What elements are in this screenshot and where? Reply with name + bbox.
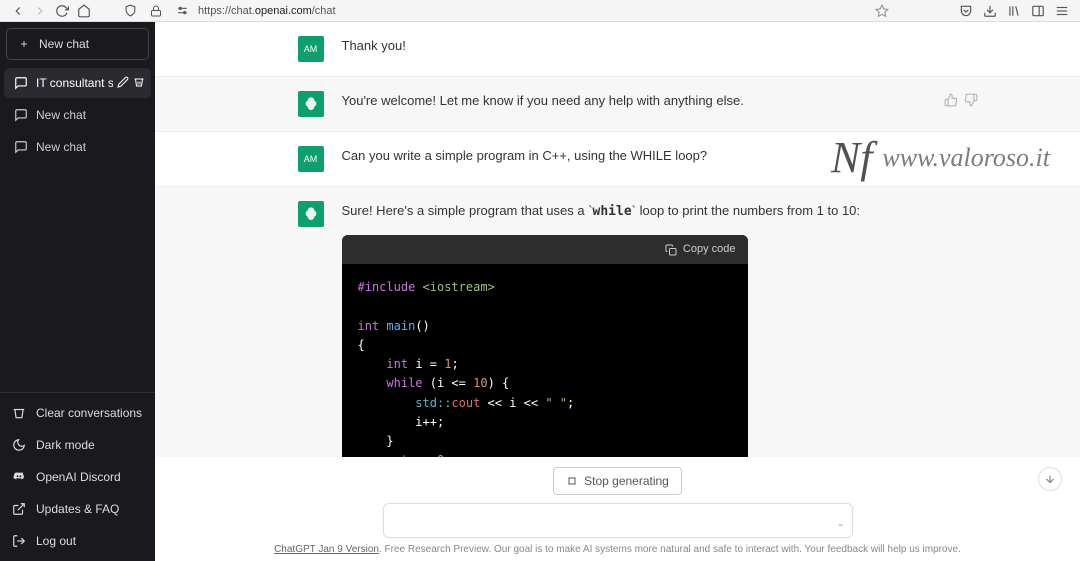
logout-button[interactable]: Log out [0,525,155,557]
pocket-icon[interactable] [956,1,976,21]
composer-area: Stop generating .. ChatGPT Jan 9 Version… [155,457,1080,561]
main-content: AM Thank you! You're welcome! Let me kno… [155,22,1080,561]
code-block: Copy code #include <iostream> int main()… [342,235,748,457]
home-button[interactable] [74,1,94,21]
scroll-down-button[interactable] [1038,467,1062,491]
download-icon[interactable] [980,1,1000,21]
browser-toolbar: https://chat.openai.com/chat [0,0,1080,22]
settings-toggle-icon [172,1,192,21]
bookmark-star-icon[interactable] [872,1,892,21]
message-text: Can you write a simple program in C++, u… [342,146,938,172]
sidebar-icon[interactable] [1028,1,1048,21]
user-avatar: AM [298,146,324,172]
chat-icon [14,140,28,154]
message-input[interactable] [396,513,816,528]
edit-icon[interactable] [117,76,129,91]
chat-item[interactable]: New chat [4,132,151,162]
conversation-thread: AM Thank you! You're welcome! Let me kno… [155,22,1080,457]
sidebar-footer: Clear conversations Dark mode OpenAI Dis… [0,392,155,561]
clipboard-icon [665,244,677,256]
reload-button[interactable] [52,1,72,21]
forward-button[interactable] [30,1,50,21]
message-text: Thank you! [342,36,938,62]
library-icon[interactable] [1004,1,1024,21]
composer[interactable]: .. [383,503,853,538]
message-text: Sure! Here's a simple program that uses … [342,201,938,457]
chat-item[interactable]: New chat [4,100,151,130]
message-user: AM Can you write a simple program in C++… [155,132,1080,186]
thumbs-up-icon[interactable] [944,93,958,110]
updates-faq-link[interactable]: Updates & FAQ [0,493,155,525]
message-assistant: Sure! Here's a simple program that uses … [155,186,1080,457]
stop-icon [566,475,578,487]
dark-mode-button[interactable]: Dark mode [0,429,155,461]
address-bar[interactable]: https://chat.openai.com/chat [112,1,900,21]
chat-list: IT consultant services s New chat New ch… [0,66,155,392]
shield-icon [120,1,140,21]
discord-link[interactable]: OpenAI Discord [0,461,155,493]
external-link-icon [12,502,26,516]
new-chat-button[interactable]: + New chat [6,28,149,60]
message-user: AM Thank you! [155,22,1080,76]
trash-icon[interactable] [133,76,145,91]
message-text: You're welcome! Let me know if you need … [342,91,938,117]
logout-icon [12,534,26,548]
moon-icon [12,438,26,452]
url-text: https://chat.openai.com/chat [198,5,336,17]
back-button[interactable] [8,1,28,21]
hamburger-menu-icon[interactable] [1052,1,1072,21]
assistant-avatar [298,201,324,227]
plus-icon: + [17,37,31,51]
new-chat-label: New chat [39,37,89,51]
assistant-avatar [298,91,324,117]
thumbs-down-icon[interactable] [964,93,978,110]
trash-icon [12,406,26,420]
message-assistant: You're welcome! Let me know if you need … [155,76,1080,132]
chat-icon [14,108,28,122]
chat-label: New chat [36,140,141,154]
lock-icon [146,1,166,21]
copy-code-button[interactable]: Copy code [665,241,736,259]
chat-label: New chat [36,108,141,122]
chat-icon [14,76,28,90]
send-icon[interactable]: .. [838,513,842,529]
discord-icon [12,470,26,484]
chat-item-active[interactable]: IT consultant services s [4,68,151,98]
disclaimer: ChatGPT Jan 9 Version. Free Research Pre… [155,544,1080,555]
clear-conversations-button[interactable]: Clear conversations [0,397,155,429]
version-link[interactable]: ChatGPT Jan 9 Version [274,544,379,555]
stop-generating-button[interactable]: Stop generating [553,467,682,495]
sidebar: + New chat IT consultant services s New … [0,22,155,561]
user-avatar: AM [298,36,324,62]
code-content: #include <iostream> int main() { int i =… [342,264,748,457]
